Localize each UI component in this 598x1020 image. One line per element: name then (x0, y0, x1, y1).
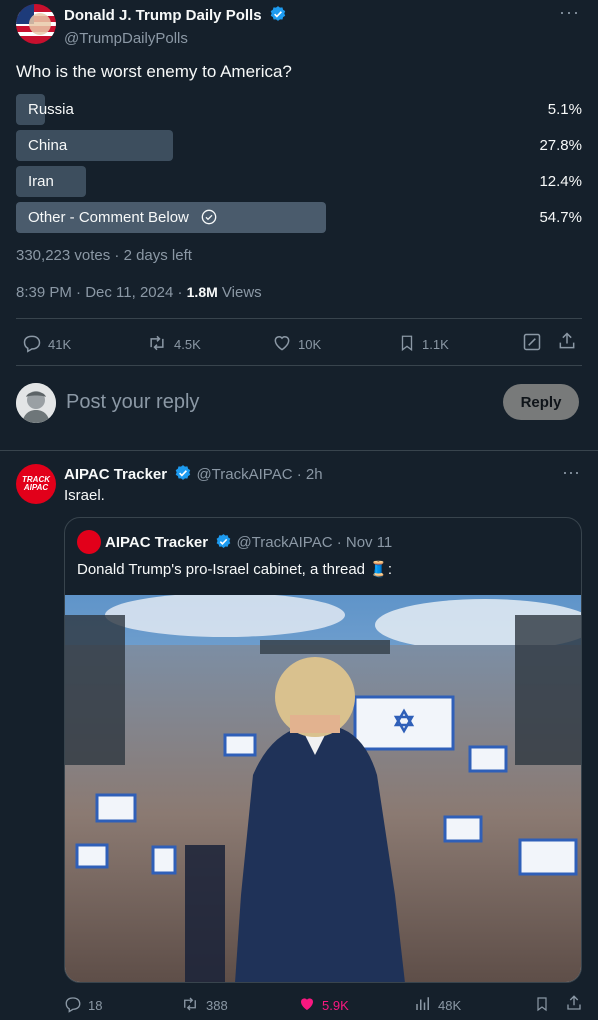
retweet-icon (146, 333, 168, 356)
author-name[interactable]: Donald J. Trump Daily Polls (64, 7, 262, 24)
poll-option: China 27.8% (16, 130, 582, 161)
divider (0, 450, 598, 451)
verified-badge-icon (215, 533, 232, 554)
quote-photo[interactable] (65, 595, 581, 982)
reply-count: 18 (88, 998, 103, 1013)
avatar-logo-text: TRACK AIPAC (22, 475, 50, 492)
retweet-icon (180, 995, 200, 1016)
quote-header: AIPAC Tracker @TrackAIPAC · Nov 11 (105, 533, 392, 554)
bookmark-action[interactable]: 1.1K (398, 333, 449, 356)
tweet-meta: 8:39 PM · Dec 11, 2024 · 1.8M Views (16, 284, 262, 301)
quote-time: · Nov 11 (332, 534, 393, 551)
quote-author-avatar (77, 530, 101, 554)
poll-votes: 330,223 votes · 2 days left (16, 247, 192, 264)
reply-time[interactable]: · 2h (293, 466, 323, 483)
poll-option-label: China (28, 137, 68, 154)
bookmark-icon (398, 333, 416, 356)
retweet-count: 4.5K (174, 337, 201, 352)
like-count: 10K (298, 337, 322, 352)
reply-count: 41K (48, 337, 72, 352)
heart-icon (298, 995, 316, 1016)
verified-badge-icon (269, 5, 287, 27)
divider (16, 365, 582, 366)
reply-icon (22, 333, 42, 356)
heart-icon (272, 333, 292, 356)
reply-action[interactable]: 41K (22, 333, 71, 356)
bookmark-icon[interactable] (534, 995, 550, 1013)
retweet-action[interactable]: 388 (180, 995, 228, 1016)
divider (16, 318, 582, 319)
retweet-count: 388 (206, 998, 228, 1013)
bookmark-count: 1.1K (422, 337, 449, 352)
tweet-text: Who is the worst enemy to America? (16, 62, 292, 81)
like-action[interactable]: 10K (272, 333, 321, 356)
timestamp[interactable]: 8:39 PM · Dec 11, 2024 · (16, 284, 187, 301)
author-avatar[interactable] (16, 4, 56, 44)
reply-author-handle[interactable]: @TrackAIPAC (196, 466, 292, 483)
poll-option-label: Russia (28, 101, 74, 118)
views-count: 48K (438, 998, 462, 1013)
views-icon (414, 995, 432, 1016)
user-avatar[interactable] (16, 383, 56, 423)
more-options-icon[interactable]: ··· (562, 462, 580, 483)
like-action[interactable]: 5.9K (298, 995, 349, 1016)
reply-input[interactable]: Post your reply (66, 391, 199, 414)
retweet-action[interactable]: 4.5K (146, 333, 201, 356)
reply-header: AIPAC Tracker @TrackAIPAC · 2h (64, 464, 323, 486)
poll-option: Russia 5.1% (16, 94, 582, 125)
reply-icon (64, 995, 82, 1016)
share-icon[interactable] (565, 994, 583, 1012)
poll-option-label: Other - Comment Below (28, 209, 189, 226)
poll-option: Other - Comment Below 54.7% (16, 202, 582, 233)
view-count: 1.8M (186, 284, 218, 300)
reply-action[interactable]: 18 (64, 995, 102, 1016)
reply-button[interactable]: Reply (503, 384, 579, 420)
more-options-icon[interactable]: ··· (559, 2, 580, 23)
author-info: Donald J. Trump Daily Polls @TrumpDailyP… (64, 5, 287, 47)
reply-author-avatar[interactable]: TRACK AIPAC (16, 464, 56, 504)
poll-option-label: Iran (28, 173, 54, 190)
reply-author-name[interactable]: AIPAC Tracker (64, 466, 167, 483)
poll-option: Iran 12.4% (16, 166, 582, 197)
quote-author-handle: @TrackAIPAC (236, 534, 333, 551)
views-action[interactable]: 48K (414, 995, 461, 1016)
verified-badge-icon (174, 464, 192, 486)
views-label: Views (217, 284, 262, 301)
poll-option-percent: 5.1% (547, 101, 582, 118)
poll-option-percent: 27.8% (539, 137, 582, 154)
quote-author-name: AIPAC Tracker (105, 534, 209, 551)
quote-text: Donald Trump's pro-Israel cabinet, a thr… (77, 561, 393, 578)
poll-option-percent: 54.7% (539, 209, 582, 226)
author-handle[interactable]: @TrumpDailyPolls (64, 30, 287, 47)
check-circle-icon (201, 209, 217, 229)
share-icon[interactable] (557, 331, 577, 351)
reply-text: Israel. (64, 487, 105, 504)
like-count: 5.9K (322, 998, 349, 1013)
poll-option-percent: 12.4% (539, 173, 582, 190)
grok-icon[interactable] (522, 332, 542, 352)
quoted-tweet[interactable]: AIPAC Tracker @TrackAIPAC · Nov 11 Donal… (64, 517, 582, 983)
